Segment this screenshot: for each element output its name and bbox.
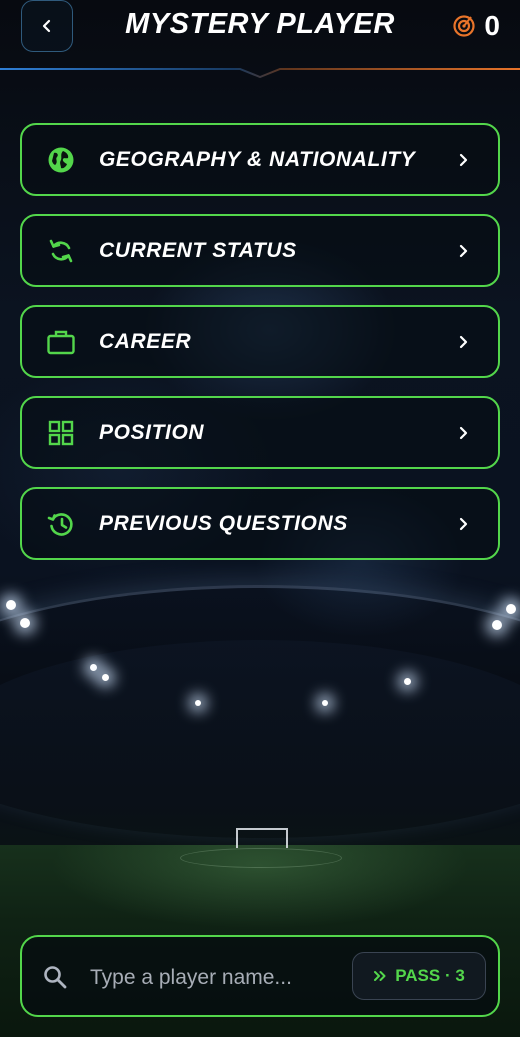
chevron-right-icon <box>459 426 468 439</box>
question-category-menu: GEOGRAPHY & NATIONALITY CURRENT STATUS C… <box>20 123 500 578</box>
floodlight <box>102 674 109 681</box>
player-search-bar: PASS · 3 <box>20 935 500 1017</box>
menu-item-position[interactable]: POSITION <box>20 396 500 469</box>
player-name-input[interactable] <box>88 955 352 1001</box>
chevron-right-icon <box>459 153 468 166</box>
menu-item-label: GEOGRAPHY & NATIONALITY <box>99 147 416 171</box>
floodlight <box>20 618 30 628</box>
pass-button[interactable]: PASS · 3 <box>352 952 486 1000</box>
menu-item-geography[interactable]: GEOGRAPHY & NATIONALITY <box>20 123 500 196</box>
floodlight <box>90 664 97 671</box>
refresh-icon <box>46 236 76 266</box>
floodlight <box>492 620 502 630</box>
floodlight <box>506 604 516 614</box>
floodlight <box>195 700 201 706</box>
menu-item-current-status[interactable]: CURRENT STATUS <box>20 214 500 287</box>
grid-icon <box>46 418 76 448</box>
floodlight <box>6 600 16 610</box>
chevron-right-icon <box>459 335 468 348</box>
search-icon <box>44 966 67 989</box>
menu-item-career[interactable]: CAREER <box>20 305 500 378</box>
double-chevron-right-icon <box>374 971 386 981</box>
top-bar: MYSTERY PLAYER 0 <box>0 0 520 78</box>
floodlight <box>404 678 411 685</box>
pass-button-label: PASS · 3 <box>395 966 465 985</box>
target-icon <box>453 15 476 37</box>
chevron-right-icon <box>459 517 468 530</box>
briefcase-icon <box>46 327 76 357</box>
menu-item-previous-questions[interactable]: PREVIOUS QUESTIONS <box>20 487 500 560</box>
menu-item-label: PREVIOUS QUESTIONS <box>99 511 348 535</box>
header-divider <box>0 68 520 78</box>
floodlight <box>322 700 328 706</box>
page-title: MYSTERY PLAYER <box>125 8 395 40</box>
goal-frame <box>236 828 288 848</box>
center-circle <box>180 848 342 868</box>
menu-item-label: CURRENT STATUS <box>99 238 297 262</box>
chevron-right-icon <box>459 244 468 257</box>
stadium-roof-ring <box>0 585 520 838</box>
score-value: 0 <box>484 10 500 41</box>
history-icon <box>46 509 76 539</box>
menu-item-label: POSITION <box>99 420 205 444</box>
globe-icon <box>46 145 76 175</box>
score-display: 0 <box>452 10 500 42</box>
menu-item-label: CAREER <box>99 329 192 353</box>
